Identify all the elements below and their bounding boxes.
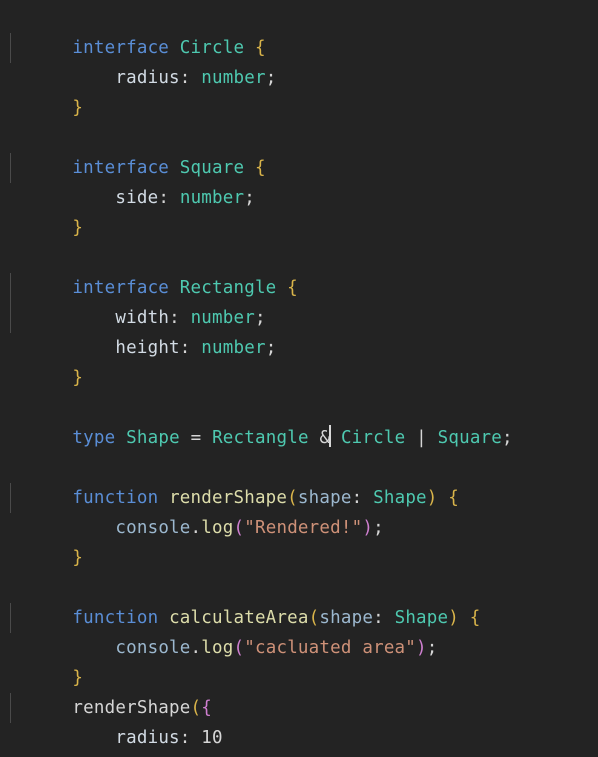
code-line[interactable]: } [0, 183, 598, 238]
code-line[interactable]: width: number; [0, 273, 598, 328]
code-line-call-close[interactable]: }) [0, 723, 598, 753]
code-line-object-member[interactable]: radius: 10 [0, 693, 598, 748]
code-line-blank[interactable] [0, 363, 598, 393]
code-line-type-alias[interactable]: type Shape = Rectangle & Circle | Square… [0, 393, 598, 448]
code-line[interactable]: } [0, 513, 598, 568]
code-line[interactable]: function calculateArea(shape: Shape) { [0, 573, 598, 628]
code-line[interactable]: radius: number; [0, 33, 598, 88]
error-squiggle [129, 685, 143, 691]
code-line[interactable]: height: number; [0, 303, 598, 358]
code-line-blank[interactable] [0, 423, 598, 453]
code-line-blank[interactable] [0, 213, 598, 243]
code-line[interactable]: } [0, 633, 598, 688]
code-line[interactable]: interface Rectangle { [0, 243, 598, 298]
code-editor[interactable]: interface Circle { radius: number; } int… [0, 0, 598, 757]
code-line[interactable]: console.log("cacluated area"); [0, 603, 598, 658]
error-squiggle [7, 746, 21, 752]
code-content[interactable]: interface Circle { radius: number; } int… [0, 3, 598, 753]
code-line-blank[interactable] [0, 543, 598, 573]
code-line[interactable]: function renderShape(shape: Shape) { [0, 453, 598, 508]
code-line[interactable]: interface Square { [0, 123, 598, 178]
code-line[interactable]: side: number; [0, 153, 598, 208]
code-line[interactable]: interface Circle { [0, 3, 598, 58]
error-squiggle [0, 716, 186, 722]
code-line[interactable]: } [0, 333, 598, 388]
code-line-blank[interactable] [0, 93, 598, 123]
code-line-call[interactable]: renderShape({ [0, 663, 598, 718]
code-line[interactable]: console.log("Rendered!"); [0, 483, 598, 538]
code-line[interactable]: } [0, 63, 598, 118]
